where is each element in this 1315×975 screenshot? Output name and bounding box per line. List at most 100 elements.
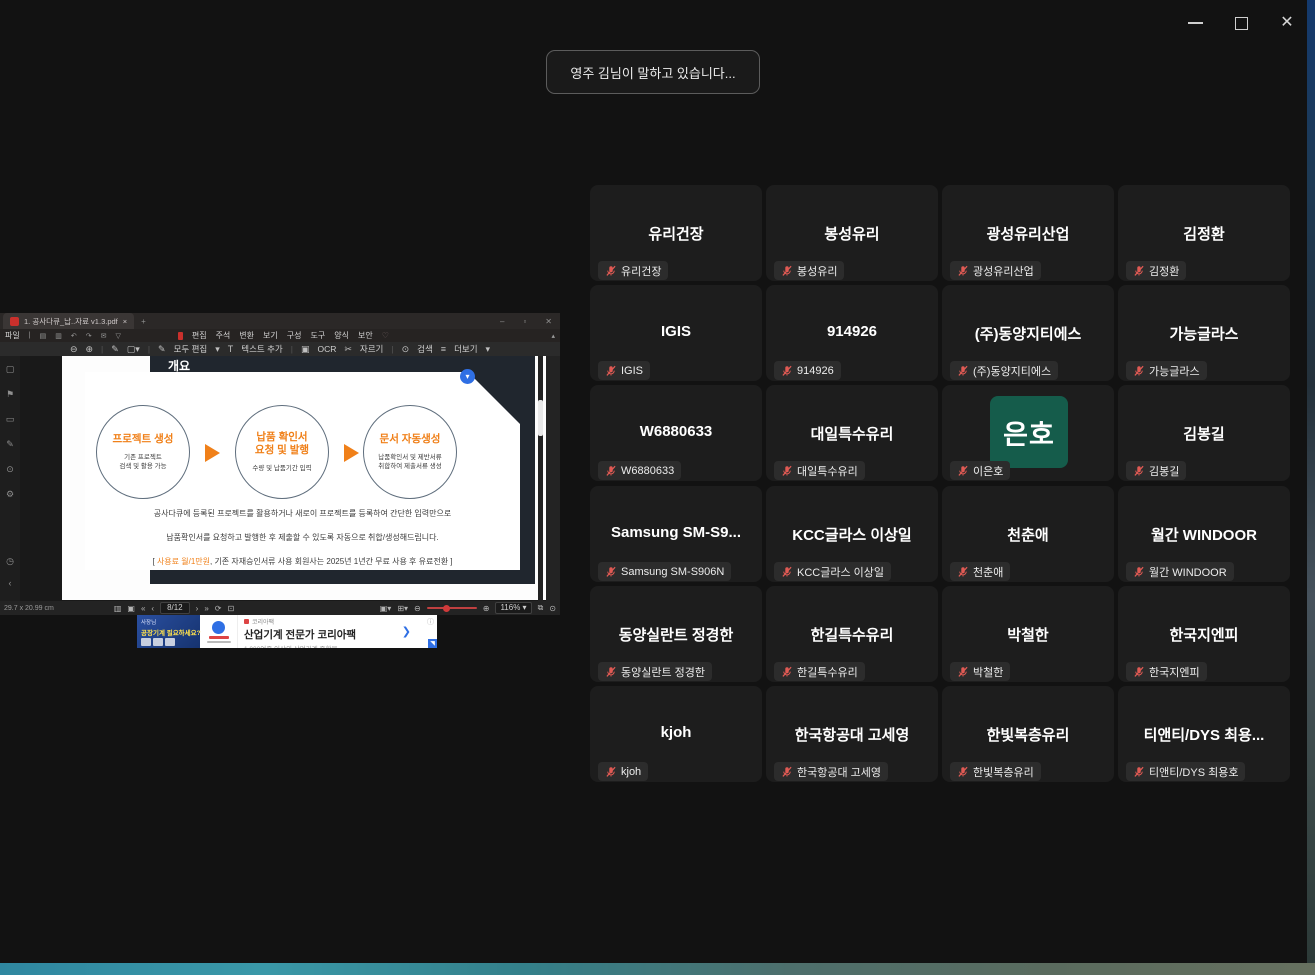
participant-tile[interactable]: 천춘애 천춘애 bbox=[942, 486, 1114, 582]
participant-tile[interactable]: 은호 이은호 bbox=[942, 385, 1114, 481]
pdf-restore-icon[interactable]: ▫ bbox=[523, 317, 526, 326]
collapse-rail-icon[interactable]: ‹ bbox=[5, 578, 15, 588]
ad-banner[interactable]: 사장님 공장기계 필요하세요? 코리아팩 산업기계 전문가 코리아팩 1,000… bbox=[137, 615, 437, 648]
participant-tile[interactable]: 월간 WINDOOR 월간 WINDOOR bbox=[1118, 486, 1290, 582]
participant-tile[interactable]: 동양실란트 정경한 동양실란트 정경한 bbox=[590, 586, 762, 682]
menu-view[interactable]: 보기 bbox=[263, 330, 278, 341]
fit-page-icon[interactable]: ⊡ bbox=[227, 604, 234, 613]
tab-close-icon[interactable]: × bbox=[123, 317, 127, 326]
two-page-view-icon[interactable]: ⊞▾ bbox=[397, 604, 408, 613]
mail-icon[interactable]: ✉ bbox=[101, 332, 107, 340]
more-button[interactable]: 더보기 bbox=[454, 343, 477, 355]
save-icon[interactable]: ▤ bbox=[40, 332, 47, 340]
menu-convert[interactable]: 변환 bbox=[239, 330, 254, 341]
minimize-button[interactable] bbox=[1172, 0, 1218, 46]
undo-icon[interactable]: ↶ bbox=[71, 332, 77, 340]
comment-icon[interactable]: ▭ bbox=[5, 414, 15, 425]
pdf-scrollbar-thumb[interactable] bbox=[538, 400, 543, 436]
promo-heart-icon[interactable]: ♡ bbox=[382, 331, 389, 340]
rotate-page-icon[interactable]: ⟳ bbox=[215, 604, 222, 613]
menu-forms[interactable]: 양식 bbox=[334, 330, 349, 341]
pdf-close-icon[interactable]: ✕ bbox=[545, 317, 552, 326]
next-page-icon[interactable]: › bbox=[196, 604, 199, 613]
participant-tile[interactable]: kjoh kjoh bbox=[590, 686, 762, 782]
attachment-icon[interactable]: ✎ bbox=[5, 439, 15, 450]
participant-tile[interactable]: Samsung SM-S9... Samsung SM-S906N bbox=[590, 486, 762, 582]
ocr-icon[interactable]: ▣ bbox=[301, 344, 310, 355]
participant-tile[interactable]: 한길특수유리 한길특수유리 bbox=[766, 586, 938, 682]
crop-button[interactable]: 자르기 bbox=[360, 343, 383, 355]
participant-tile[interactable]: 대일특수유리 대일특수유리 bbox=[766, 385, 938, 481]
search-button[interactable]: 검색 bbox=[417, 343, 433, 355]
prev-page-icon[interactable]: ‹ bbox=[151, 604, 154, 613]
menu-security[interactable]: 보안 bbox=[358, 330, 373, 341]
participant-tile[interactable]: 김봉길 김봉길 bbox=[1118, 385, 1290, 481]
participant-tile[interactable]: 가능글라스 가능글라스 bbox=[1118, 285, 1290, 381]
pen-icon[interactable]: ✎ bbox=[111, 344, 119, 355]
more-icon[interactable]: ≡ bbox=[441, 344, 446, 354]
last-page-icon[interactable]: » bbox=[204, 604, 208, 613]
participant-tile[interactable]: 914926 914926 bbox=[766, 285, 938, 381]
participant-tile[interactable]: W6880633 W6880633 bbox=[590, 385, 762, 481]
participant-tile[interactable]: 광성유리산업 광성유리산업 bbox=[942, 185, 1114, 281]
pdf-document-tab[interactable]: 1. 공사다큐_납..자료 v1.3.pdf × bbox=[3, 313, 134, 329]
external-view-icon[interactable]: ⧉ bbox=[538, 603, 544, 613]
print-quick-icon[interactable]: ▥ bbox=[114, 604, 122, 613]
participant-tile[interactable]: 한국항공대 고세영 한국항공대 고세영 bbox=[766, 686, 938, 782]
add-text-icon[interactable]: T bbox=[228, 344, 234, 354]
menu-file[interactable]: 파일 bbox=[5, 330, 20, 341]
maximize-button[interactable] bbox=[1218, 0, 1264, 46]
participant-tile[interactable]: 봉성유리 봉성유리 bbox=[766, 185, 938, 281]
participant-tile[interactable]: IGIS IGIS bbox=[590, 285, 762, 381]
zoom-out-small-icon[interactable]: ⊖ bbox=[414, 604, 421, 613]
ad-info-icon[interactable]: ⓘ bbox=[427, 617, 434, 627]
floating-sync-button[interactable]: ▾ bbox=[460, 369, 475, 384]
search-icon[interactable]: ⊙ bbox=[402, 344, 410, 355]
edit-all-icon[interactable]: ✎ bbox=[158, 344, 166, 355]
zoom-in-icon[interactable]: ⊕ bbox=[85, 344, 93, 355]
thumbnails-icon[interactable]: ▢ bbox=[5, 364, 15, 375]
menu-comment[interactable]: 주석 bbox=[216, 330, 231, 341]
page-number-box[interactable]: 8/12 bbox=[160, 602, 190, 614]
participant-tile[interactable]: 박철한 박철한 bbox=[942, 586, 1114, 682]
print-icon[interactable]: ▥ bbox=[55, 332, 62, 340]
participant-tile[interactable]: 유리건장 유리건장 bbox=[590, 185, 762, 281]
crop-icon[interactable]: ✂ bbox=[344, 344, 352, 355]
bookmark-icon[interactable]: ⚑ bbox=[5, 389, 15, 400]
collapse-toolbar-icon[interactable]: ▴ bbox=[551, 332, 555, 340]
pdf-minimize-icon[interactable]: – bbox=[500, 317, 504, 326]
menu-organize[interactable]: 구성 bbox=[287, 330, 302, 341]
zoom-out-icon[interactable]: ⊖ bbox=[70, 344, 78, 355]
single-page-view-icon[interactable]: ▣▾ bbox=[380, 604, 392, 613]
pdf-tab-title: 1. 공사다큐_납..자료 v1.3.pdf bbox=[24, 316, 118, 327]
shape-tool-icon[interactable]: ▢▾ bbox=[127, 344, 140, 355]
participant-tile[interactable]: 김정환 김정환 bbox=[1118, 185, 1290, 281]
edit-all-button[interactable]: 모두 편집 bbox=[174, 343, 208, 355]
participant-tile[interactable]: 한빛복층유리 한빛복층유리 bbox=[942, 686, 1114, 782]
ad-cta-chevron[interactable]: ❯ bbox=[402, 625, 411, 638]
add-text-button[interactable]: 텍스트 추가 bbox=[241, 343, 282, 355]
rail-search-icon[interactable]: ⊙ bbox=[5, 464, 15, 475]
zoom-level-box[interactable]: 116% ▾ bbox=[495, 602, 531, 614]
pdf-scrollbar[interactable] bbox=[538, 356, 543, 601]
zoom-slider-handle[interactable] bbox=[443, 605, 450, 612]
menu-edit[interactable]: 편집 bbox=[192, 330, 207, 341]
participant-tile[interactable]: KCC글라스 이상일 KCC글라스 이상일 bbox=[766, 486, 938, 582]
hand-tool-icon[interactable]: ▣ bbox=[127, 604, 135, 613]
ad-corner-badge[interactable]: ◥ bbox=[428, 639, 437, 648]
participant-tile[interactable]: 한국지엔피 한국지엔피 bbox=[1118, 586, 1290, 682]
participant-tile[interactable]: (주)동양지티에스 (주)동양지티에스 bbox=[942, 285, 1114, 381]
new-tab-button[interactable]: + bbox=[141, 317, 146, 326]
first-page-icon[interactable]: « bbox=[141, 604, 145, 613]
participant-tile[interactable]: 티앤티/DYS 최용... 티앤티/DYS 최용호 bbox=[1118, 686, 1290, 782]
share-icon[interactable]: ▽ bbox=[115, 332, 120, 340]
settings-gear-icon[interactable]: ⚙ bbox=[5, 489, 15, 500]
ocr-button[interactable]: OCR bbox=[317, 344, 336, 354]
zoom-in-small-icon[interactable]: ⊕ bbox=[483, 604, 490, 613]
zoom-slider[interactable] bbox=[427, 607, 477, 609]
history-clock-icon[interactable]: ◷ bbox=[5, 556, 15, 567]
presentation-icon[interactable]: ⊙ bbox=[549, 604, 556, 613]
redo-icon[interactable]: ↷ bbox=[86, 332, 92, 340]
menu-tools[interactable]: 도구 bbox=[311, 330, 326, 341]
close-button[interactable]: ✕ bbox=[1264, 0, 1310, 46]
